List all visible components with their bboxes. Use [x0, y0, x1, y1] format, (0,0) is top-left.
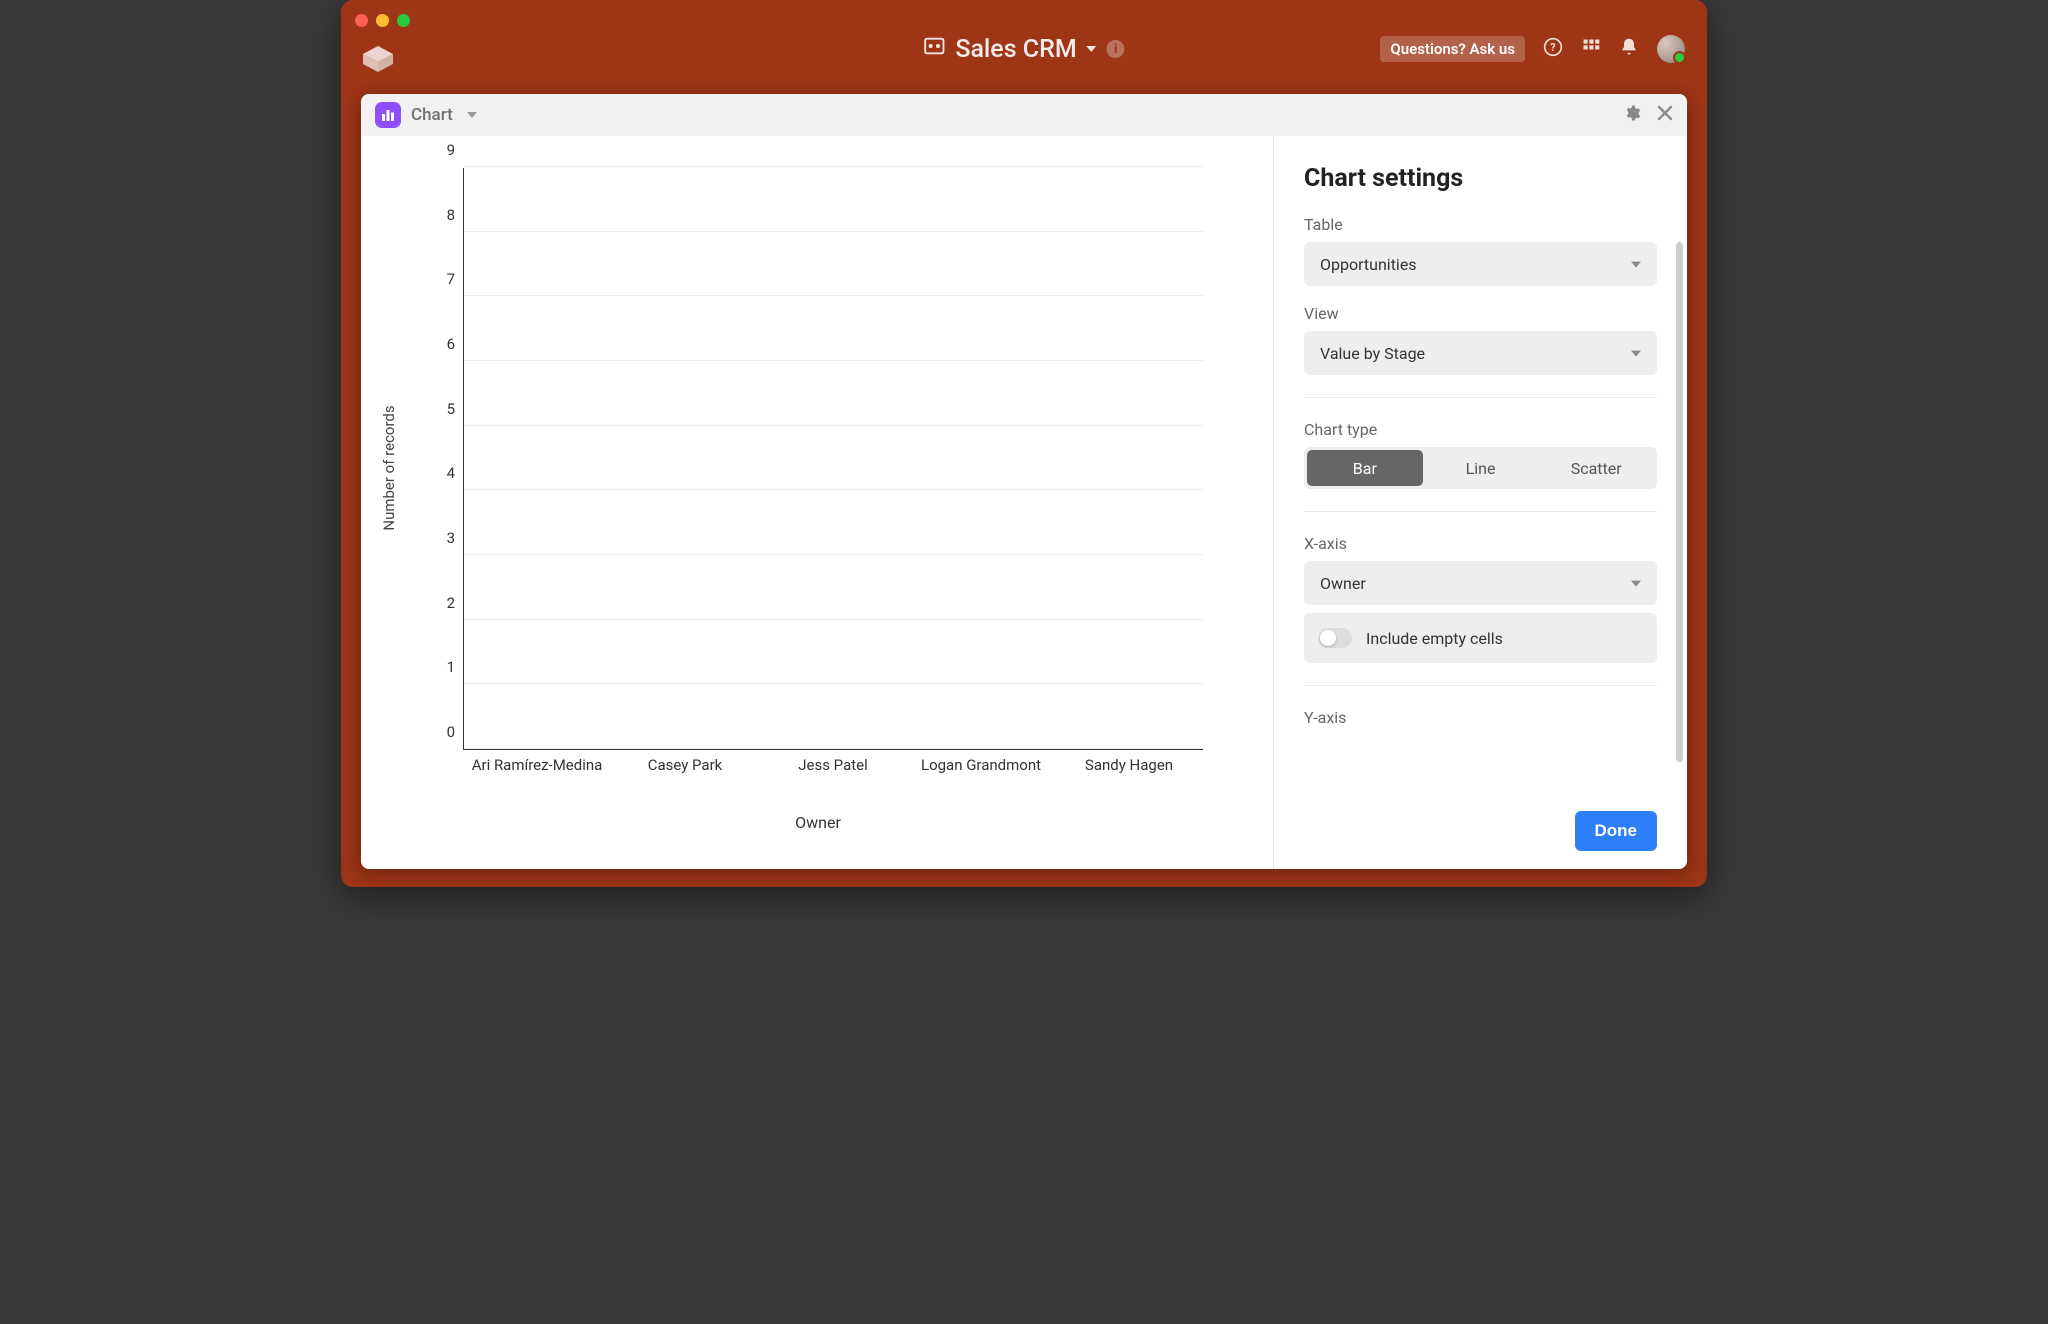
y-tick-label: 1	[447, 658, 455, 676]
divider	[1304, 511, 1657, 512]
chart-type-segmented: Bar Line Scatter	[1304, 447, 1657, 489]
chart-type-line[interactable]: Line	[1423, 450, 1539, 486]
table-field-label: Table	[1304, 215, 1657, 234]
gear-icon[interactable]	[1623, 104, 1641, 126]
y-tick-label: 6	[447, 335, 455, 353]
mac-traffic-lights	[355, 14, 410, 27]
y-tick-label: 2	[447, 594, 455, 612]
chart-tab-label: Chart	[411, 105, 453, 125]
y-axis-title: Number of records	[380, 405, 398, 530]
table-select-value: Opportunities	[1320, 255, 1417, 274]
y-tick-label: 8	[447, 206, 455, 224]
chart-type-scatter[interactable]: Scatter	[1538, 450, 1654, 486]
view-field-label: View	[1304, 304, 1657, 323]
maximize-window-icon[interactable]	[397, 14, 410, 27]
chart-area: Number of records 0 1 2 3 4 5 6 7 8 9 Ari Ramírez…	[361, 136, 1273, 869]
minimize-window-icon[interactable]	[376, 14, 389, 27]
y-tick-label: 3	[447, 529, 455, 547]
chart-type-label: Chart type	[1304, 420, 1657, 439]
x-axis-select-value: Owner	[1320, 574, 1366, 593]
divider	[1304, 397, 1657, 398]
help-icon[interactable]: ?	[1543, 37, 1563, 61]
close-window-icon[interactable]	[355, 14, 368, 27]
y-tick-label: 5	[447, 400, 455, 418]
settings-title: Chart settings	[1304, 164, 1657, 193]
include-empty-toggle-row[interactable]: Include empty cells	[1304, 613, 1657, 663]
info-icon[interactable]: i	[1107, 40, 1125, 58]
chart-modal: Chart Number of records 0 1 2 3 4 5 6 7 8 9 Ari R…	[361, 94, 1687, 869]
close-icon[interactable]	[1657, 105, 1673, 125]
caret-down-icon	[1087, 46, 1097, 52]
view-select-value: Value by Stage	[1320, 344, 1425, 363]
caret-down-icon	[467, 112, 477, 118]
divider	[1304, 685, 1657, 686]
app-window: Sales CRM i Questions? Ask us ? Chart	[341, 0, 1707, 887]
chart-tab[interactable]: Chart	[375, 102, 477, 128]
base-title: Sales CRM	[955, 35, 1076, 64]
base-icon	[923, 35, 945, 64]
chart-settings-panel: Chart settings Table Opportunities View …	[1273, 136, 1687, 869]
chart-type-bar[interactable]: Bar	[1307, 450, 1423, 486]
y-tick-label: 7	[447, 270, 455, 288]
x-axis-select[interactable]: Owner	[1304, 561, 1657, 605]
bell-icon[interactable]	[1619, 37, 1639, 61]
x-tick-label: Sandy Hagen	[1055, 756, 1203, 774]
ask-us-button[interactable]: Questions? Ask us	[1380, 36, 1525, 62]
x-tick-label: Casey Park	[611, 756, 759, 774]
x-axis-field-label: X-axis	[1304, 534, 1657, 553]
y-tick-label: 0	[447, 723, 455, 741]
x-tick-label: Jess Patel	[759, 756, 907, 774]
svg-text:?: ?	[1550, 41, 1555, 54]
app-header: Sales CRM i Questions? Ask us ?	[341, 0, 1707, 94]
x-axis-title: Owner	[795, 813, 841, 832]
avatar[interactable]	[1657, 35, 1685, 63]
toggle-switch[interactable]	[1318, 628, 1352, 648]
x-tick-label: Logan Grandmont	[907, 756, 1055, 774]
y-axis-field-label: Y-axis	[1304, 708, 1657, 727]
app-logo-icon	[363, 46, 393, 76]
y-tick-label: 4	[447, 464, 455, 482]
modal-header: Chart	[361, 94, 1687, 136]
done-button[interactable]: Done	[1575, 811, 1658, 851]
base-switcher[interactable]: Sales CRM i	[923, 31, 1124, 64]
view-select[interactable]: Value by Stage	[1304, 331, 1657, 375]
table-select[interactable]: Opportunities	[1304, 242, 1657, 286]
bar-chart-icon	[375, 102, 401, 128]
x-tick-label: Ari Ramírez-Medina	[463, 756, 611, 774]
y-tick-label: 9	[447, 141, 455, 159]
apps-grid-icon[interactable]	[1581, 37, 1601, 61]
include-empty-label: Include empty cells	[1366, 629, 1503, 648]
